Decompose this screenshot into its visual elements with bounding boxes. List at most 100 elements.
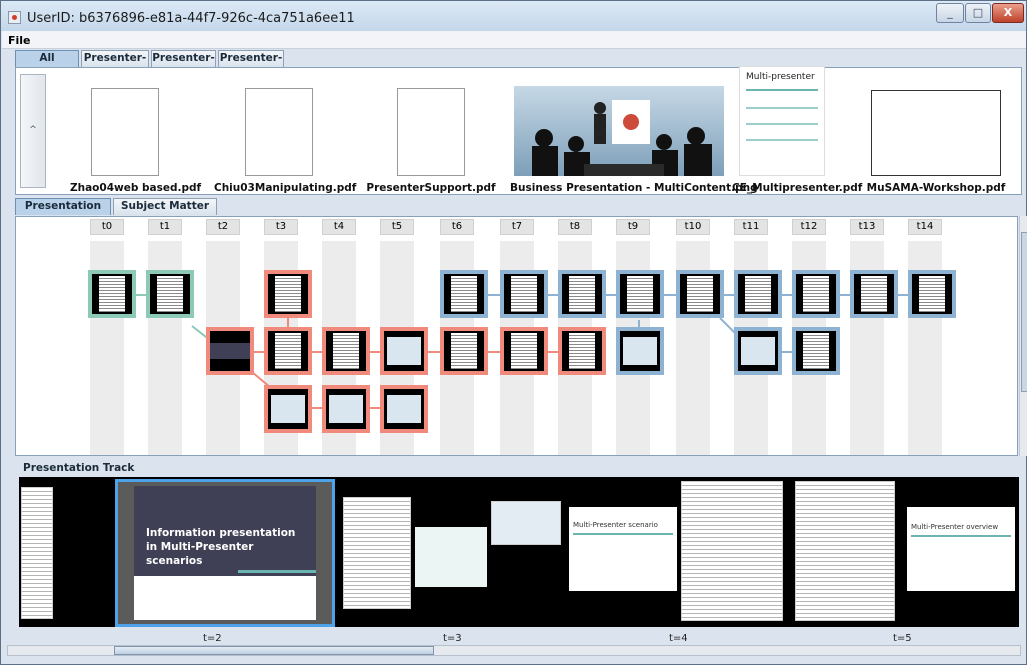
graph-node[interactable] bbox=[88, 270, 136, 318]
content-item[interactable]: Business Presentation - MultiContent.png bbox=[510, 72, 758, 194]
track-slide[interactable] bbox=[415, 527, 487, 587]
graph-node[interactable] bbox=[264, 385, 312, 433]
track-horizontal-scrollbar[interactable] bbox=[7, 645, 1021, 656]
graph-node[interactable] bbox=[500, 270, 548, 318]
graph-node[interactable] bbox=[734, 327, 782, 375]
slide-title: Information presentation in Multi-Presen… bbox=[879, 121, 984, 151]
graph-node[interactable] bbox=[206, 327, 254, 375]
slide-thumbnail: Multi-presenter bbox=[739, 66, 825, 176]
image-thumbnail bbox=[514, 86, 724, 176]
scrollbar-thumb[interactable] bbox=[1021, 232, 1027, 392]
graph-node[interactable] bbox=[558, 327, 606, 375]
graph-node[interactable] bbox=[440, 327, 488, 375]
track-slide[interactable]: Multi-Presenter scenario bbox=[569, 507, 677, 591]
column-header: t12 bbox=[792, 219, 826, 235]
tab-all-contents[interactable]: All Contents bbox=[15, 50, 79, 79]
content-item[interactable]: Multi-presenter CE_Multipresenter.pdf bbox=[732, 66, 863, 194]
graph-node[interactable] bbox=[264, 270, 312, 318]
content-label: Zhao04web based.pdf bbox=[70, 182, 202, 194]
track-page[interactable] bbox=[21, 487, 53, 619]
content-item[interactable]: Chiu03Manipulating.pdf bbox=[214, 72, 357, 194]
track-title: Presentation Track bbox=[23, 462, 135, 474]
slide-body bbox=[134, 576, 316, 620]
column-header: t1 bbox=[148, 219, 182, 235]
slide-rule bbox=[746, 123, 818, 125]
tab-presentation-graph[interactable]: Presentation Graph bbox=[15, 198, 111, 227]
column-header: t14 bbox=[908, 219, 942, 235]
graph-edge bbox=[486, 351, 500, 353]
java-app-icon bbox=[8, 11, 21, 24]
slide-title: Multi-Presenter overview bbox=[911, 523, 999, 531]
content-label: Business Presentation - MultiContent.png bbox=[510, 182, 758, 194]
window-title: UserID: b6376896-e81a-44f7-926c-4ca751a6… bbox=[27, 11, 355, 26]
app-window: UserID: b6376896-e81a-44f7-926c-4ca751a6… bbox=[0, 0, 1027, 665]
content-label: PresenterSupport.pdf bbox=[366, 182, 496, 194]
content-label: Chiu03Manipulating.pdf bbox=[214, 182, 357, 194]
tab-subject-matter-view[interactable]: Subject Matter View bbox=[113, 198, 217, 227]
scrollbar-thumb[interactable] bbox=[114, 646, 434, 655]
presentation-track: Information presentation in Multi-Presen… bbox=[19, 477, 1019, 627]
column-header: t4 bbox=[322, 219, 356, 235]
graph-node[interactable] bbox=[322, 385, 370, 433]
tab-presenter-c[interactable]: Presenter-C bbox=[218, 50, 284, 79]
tab-presenter-b[interactable]: Presenter-B bbox=[151, 50, 216, 79]
graph-vertical-scrollbar[interactable] bbox=[1019, 216, 1027, 456]
column-header: t13 bbox=[850, 219, 884, 235]
minimize-button[interactable]: _ bbox=[936, 3, 964, 23]
graph-node[interactable] bbox=[616, 270, 664, 318]
time-label: t=4 bbox=[669, 633, 688, 644]
graph-node[interactable] bbox=[380, 385, 428, 433]
column-header: t2 bbox=[206, 219, 240, 235]
maximize-button[interactable]: □ bbox=[965, 3, 991, 23]
content-item[interactable]: Information presentation in Multi-Presen… bbox=[866, 72, 1006, 194]
slide-title: Multi-Presenter scenario bbox=[573, 521, 658, 529]
track-slide-selected[interactable]: Information presentation in Multi-Presen… bbox=[115, 479, 335, 627]
slide-rule bbox=[573, 533, 673, 535]
column-header: t11 bbox=[734, 219, 768, 235]
graph-node[interactable] bbox=[322, 327, 370, 375]
slide-header: Information presentation in Multi-Presen… bbox=[134, 486, 316, 576]
slide-rule bbox=[746, 107, 818, 109]
graph-node[interactable] bbox=[908, 270, 956, 318]
close-button[interactable]: X bbox=[992, 3, 1024, 23]
graph-node[interactable] bbox=[616, 327, 664, 375]
track-page[interactable] bbox=[491, 501, 561, 545]
column-header: t6 bbox=[440, 219, 474, 235]
track-page[interactable] bbox=[343, 497, 411, 609]
graph-node[interactable] bbox=[500, 327, 548, 375]
contents-panel: ^ Zhao04web based.pdf Chiu03Manipulating… bbox=[15, 66, 1022, 195]
content-item[interactable]: Zhao04web based.pdf bbox=[70, 72, 202, 194]
time-label: t=5 bbox=[893, 633, 912, 644]
track-page[interactable] bbox=[681, 481, 783, 621]
graph-node[interactable] bbox=[440, 270, 488, 318]
content-item[interactable]: PresenterSupport.pdf bbox=[366, 72, 496, 194]
tab-presenter-a[interactable]: Presenter-A bbox=[81, 50, 149, 79]
presentation-graph: t0 t1 t2 t3 t4 t5 t6 t7 t8 t9 t10 t11 t1… bbox=[15, 216, 1018, 456]
graph-node[interactable] bbox=[264, 327, 312, 375]
menu-bar: File bbox=[2, 31, 1026, 49]
contents-scroll-button[interactable]: ^ bbox=[20, 74, 46, 188]
graph-node[interactable] bbox=[792, 270, 840, 318]
graph-edge bbox=[662, 294, 676, 296]
column-header: t3 bbox=[264, 219, 298, 235]
graph-node[interactable] bbox=[558, 270, 606, 318]
graph-node[interactable] bbox=[676, 270, 724, 318]
track-slide[interactable]: Multi-Presenter overview bbox=[907, 507, 1015, 591]
column-header: t0 bbox=[90, 219, 124, 235]
graph-node[interactable] bbox=[792, 327, 840, 375]
graph-edge bbox=[428, 351, 440, 353]
time-label: t=2 bbox=[203, 633, 222, 644]
content-label: CE_Multipresenter.pdf bbox=[732, 182, 863, 194]
track-page[interactable] bbox=[795, 481, 895, 621]
graph-node[interactable] bbox=[850, 270, 898, 318]
graph-node[interactable] bbox=[380, 327, 428, 375]
menu-file[interactable]: File bbox=[8, 34, 31, 47]
document-thumbnail bbox=[245, 88, 313, 176]
graph-node[interactable] bbox=[146, 270, 194, 318]
time-label: t=3 bbox=[443, 633, 462, 644]
slide-title: Multi-presenter bbox=[746, 72, 815, 82]
graph-edge bbox=[486, 294, 500, 296]
slide-rule bbox=[746, 89, 818, 91]
graph-node[interactable] bbox=[734, 270, 782, 318]
document-thumbnail bbox=[91, 88, 159, 176]
